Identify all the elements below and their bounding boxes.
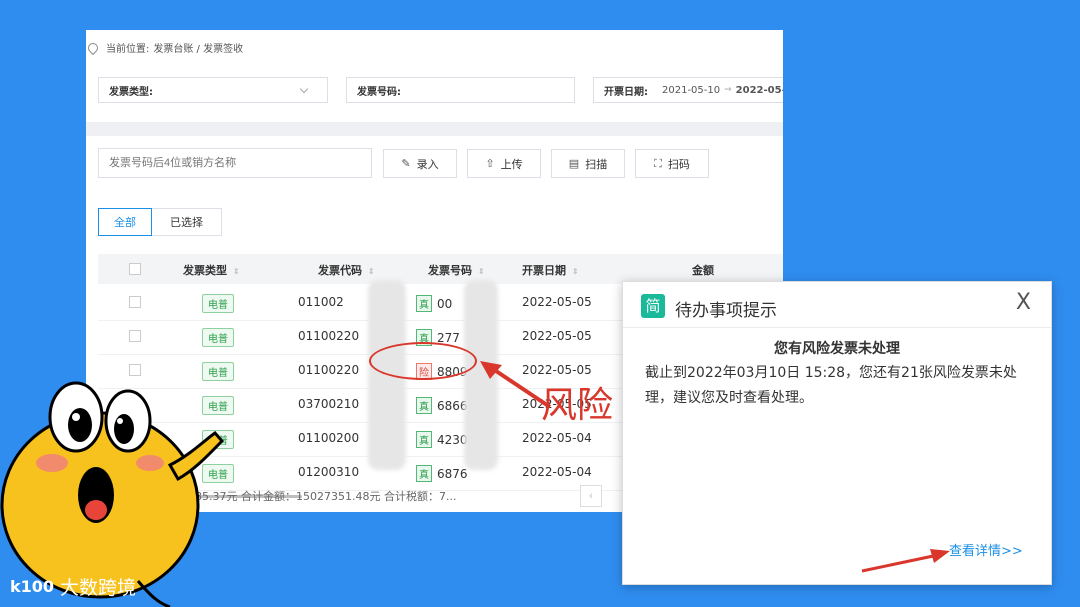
prev-page-button[interactable]: ‹ (580, 485, 602, 507)
invoice-type-tag: 电普 (202, 294, 234, 313)
invoice-number-label: 发票号码: (357, 86, 401, 98)
scan-button[interactable]: ▤ 扫描 (551, 149, 625, 178)
todo-reminder-dialog: 简 待办事项提示 X 您有风险发票未处理 截止到2022年03月10日 15:2… (622, 281, 1052, 585)
column-number[interactable]: 发票号码 ⇕ (428, 262, 485, 278)
invoice-number: 6876 (437, 467, 468, 481)
select-all-checkbox[interactable] (129, 263, 141, 275)
invoice-code: 01100220 (298, 363, 360, 377)
invoice-number-cell: 真 6876 (416, 465, 468, 482)
invoice-code: 01100220 (298, 329, 360, 343)
issue-date: 2022-05-05 (522, 295, 592, 309)
pencil-icon: ✎ (401, 157, 411, 170)
sort-icon: ⇕ (572, 267, 579, 276)
tab-selected[interactable]: 已选择 (152, 208, 222, 236)
invoice-number-field[interactable]: 发票号码: (346, 77, 575, 103)
upload-button[interactable]: ⇧ 上传 (467, 149, 541, 178)
breadcrumb-path[interactable]: 发票台账 / 发票签收 (153, 40, 243, 55)
invoice-code: 011002 (298, 295, 344, 309)
verified-badge: 真 (416, 465, 432, 482)
location-pin-icon (86, 40, 101, 55)
scan-code-button[interactable]: ⛶ 扫码 (635, 149, 709, 178)
dialog-title: 待办事项提示 (675, 301, 777, 321)
invoice-code: 03700210 (298, 397, 360, 411)
scanner-icon: ▤ (568, 157, 580, 170)
sort-icon: ⇕ (368, 267, 375, 276)
dialog-message: 截止到2022年03月10日 15:28，您还有21张风险发票未处理，建议您及时… (645, 365, 1017, 406)
enter-button-label: 录入 (416, 157, 439, 171)
watermark-text: 大数跨境 (60, 577, 137, 599)
column-type[interactable]: 发票类型 ⇕ (183, 262, 240, 278)
table-header: 发票类型 ⇕ 发票代码 ⇕ 发票号码 ⇕ 开票日期 ⇕ 金额 (98, 254, 783, 284)
qr-scan-icon: ⛶ (654, 156, 662, 170)
date-end: 2022-05- (735, 84, 783, 96)
scan-button-label: 扫描 (585, 157, 608, 171)
watermark: k100 大数跨境 (10, 573, 136, 600)
issue-date: 2022-05-05 (522, 329, 592, 343)
breadcrumb: 当前位置: 发票台账 / 发票签收 (86, 40, 243, 55)
issue-date-range[interactable]: 开票日期: 2021-05-10 → 2022-05- (593, 77, 783, 103)
scan-code-button-label: 扫码 (667, 157, 690, 171)
invoice-number-cell: 真 6866 (416, 397, 468, 414)
verified-badge: 真 (416, 397, 432, 414)
verified-badge: 真 (416, 431, 432, 448)
invoice-code: 01200310 (298, 465, 360, 479)
cartoon-mascot-icon (0, 381, 225, 607)
section-divider (86, 122, 783, 136)
invoice-number: 6866 (437, 399, 468, 413)
dialog-heading: 您有风险发票未处理 (774, 341, 900, 357)
column-amount: 金额 (692, 264, 714, 277)
row-checkbox[interactable] (129, 330, 141, 342)
date-range-arrow-icon: → (724, 85, 732, 95)
view-details-link[interactable]: 查看详情>> (949, 540, 1023, 559)
risk-highlight-oval (369, 342, 477, 380)
issue-date-label: 开票日期: (604, 86, 648, 98)
sort-icon: ⇕ (478, 267, 485, 276)
row-checkbox[interactable] (129, 296, 141, 308)
invoice-code: 01100200 (298, 431, 360, 445)
risk-annotation-label: 风险 (541, 385, 614, 426)
details-arrow-annotation-icon (861, 549, 950, 573)
filter-tabs: 全部 已选择 (98, 208, 222, 236)
tab-all[interactable]: 全部 (98, 208, 152, 236)
invoice-number-cell: 真 00 (416, 295, 452, 312)
sort-icon: ⇕ (233, 267, 240, 276)
breadcrumb-prefix: 当前位置: (106, 44, 150, 55)
upload-icon: ⇧ (485, 157, 495, 170)
column-code[interactable]: 发票代码 ⇕ (318, 262, 375, 278)
issue-date: 2022-05-04 (522, 465, 592, 479)
column-date[interactable]: 开票日期 ⇕ (522, 262, 579, 278)
upload-button-label: 上传 (500, 157, 523, 171)
issue-date: 2022-05-04 (522, 431, 592, 445)
invoice-number: 00 (437, 297, 453, 311)
watermark-logo: k100 (10, 577, 55, 596)
chevron-down-icon (299, 84, 309, 94)
invoice-type-label: 发票类型: (109, 86, 153, 98)
close-icon[interactable]: X (1016, 290, 1031, 315)
filter-row: 发票类型: 发票号码: 开票日期: 2021-05-10 → 2022-05- (86, 70, 783, 122)
enter-button[interactable]: ✎ 录入 (383, 149, 457, 178)
verified-badge: 真 (416, 295, 432, 312)
search-input[interactable] (98, 148, 372, 178)
app-logo-icon: 简 (641, 294, 665, 318)
date-start: 2021-05-10 (662, 84, 721, 96)
dialog-divider (623, 327, 1051, 328)
invoice-type-select[interactable]: 发票类型: (98, 77, 328, 103)
